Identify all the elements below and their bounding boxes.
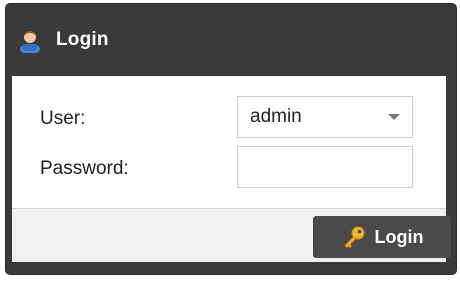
user-icon (16, 26, 44, 54)
title-bar: Login (6, 4, 456, 76)
password-label: Password: (40, 158, 129, 179)
chevron-down-icon (388, 114, 400, 120)
user-select[interactable]: admin (237, 96, 413, 138)
login-button[interactable]: Login (313, 216, 451, 258)
user-row: User: admin (12, 96, 446, 142)
user-label: User: (40, 108, 86, 129)
password-field[interactable] (237, 146, 413, 188)
login-button-label: Login (374, 226, 424, 247)
key-icon (341, 224, 367, 250)
dialog-footer: Login (12, 208, 451, 262)
password-row: Password: (12, 146, 446, 192)
login-dialog: Login User: admin Password: Login (6, 4, 456, 274)
login-form: User: admin Password: Login (12, 76, 451, 262)
user-select-value: admin (250, 106, 302, 127)
dialog-title: Login (56, 29, 109, 50)
